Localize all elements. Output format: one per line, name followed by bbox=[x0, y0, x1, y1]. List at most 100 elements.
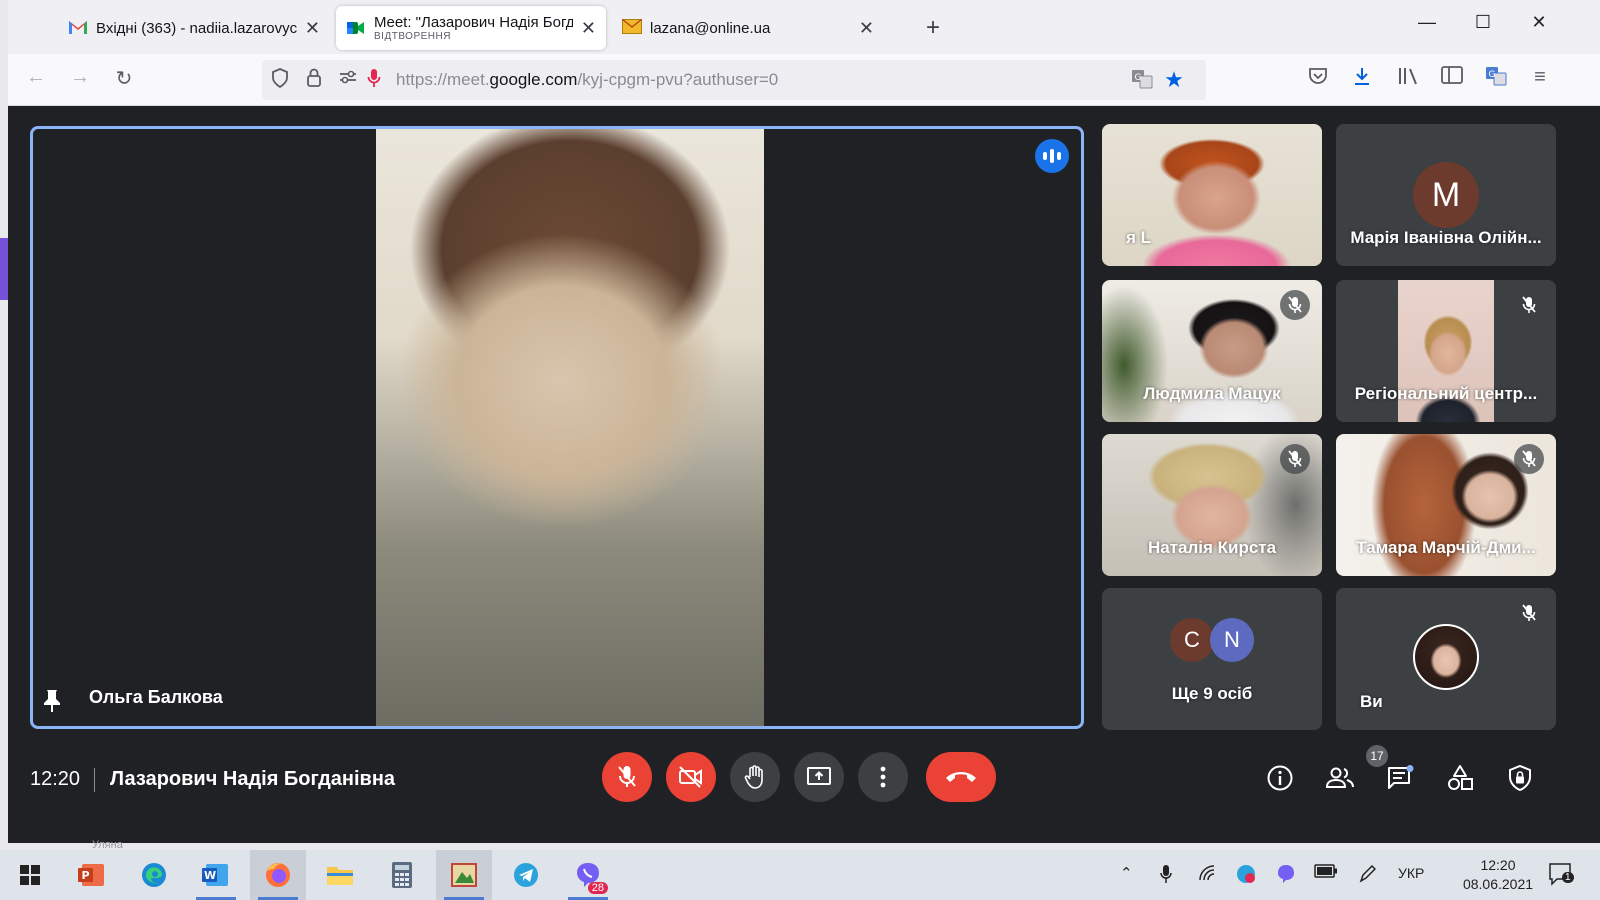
mic-off-icon bbox=[1514, 598, 1544, 628]
close-window-icon[interactable]: ✕ bbox=[1524, 12, 1554, 33]
more-options-button[interactable] bbox=[858, 752, 908, 802]
viber-tray-icon[interactable] bbox=[1276, 864, 1296, 888]
participant-name: Марія Іванівна Олійн... bbox=[1350, 228, 1542, 247]
close-icon[interactable]: ✕ bbox=[305, 18, 320, 39]
calculator-icon[interactable] bbox=[374, 850, 430, 900]
taskbar-time: 12:20 bbox=[1480, 857, 1516, 873]
main-speaker-tile[interactable]: Ольга Балкова bbox=[30, 126, 1084, 729]
word-icon[interactable]: W bbox=[188, 850, 244, 900]
language-indicator[interactable]: УКР bbox=[1398, 865, 1424, 881]
forward-icon[interactable]: → bbox=[66, 66, 94, 89]
raise-hand-icon bbox=[744, 765, 763, 789]
host-controls-button[interactable] bbox=[1504, 762, 1536, 794]
end-call-button[interactable] bbox=[926, 752, 996, 802]
menu-icon[interactable]: ≡ bbox=[1526, 66, 1554, 89]
close-icon[interactable]: ✕ bbox=[859, 18, 874, 39]
tray-overflow-icon[interactable]: ⌃ bbox=[1120, 864, 1133, 882]
side-strip bbox=[0, 0, 8, 850]
url-prefix: https://meet. bbox=[396, 70, 490, 89]
download-icon[interactable] bbox=[1348, 66, 1376, 92]
tray-app-icon[interactable] bbox=[1236, 864, 1256, 888]
viber-icon[interactable]: 28 bbox=[560, 850, 616, 900]
new-tab-button[interactable]: + bbox=[926, 14, 940, 42]
wifi-icon[interactable] bbox=[1198, 864, 1218, 886]
gmail-icon bbox=[68, 19, 88, 37]
more-vert-icon bbox=[880, 766, 886, 788]
meeting-clock: 12:20 bbox=[30, 768, 81, 790]
mic-off-icon bbox=[1514, 290, 1544, 320]
camera-off-icon bbox=[679, 766, 702, 788]
permissions-icon[interactable] bbox=[334, 68, 362, 91]
tab-playing-label: ВІДТВОРЕННЯ bbox=[374, 31, 451, 42]
tab-gmail[interactable]: Вхідні (363) - nadiia.lazarovych@ ✕ bbox=[58, 6, 330, 50]
tab-meet[interactable]: Meet: "Лазарович Надія Богданівна" ВІДТВ… bbox=[336, 6, 606, 50]
chat-button[interactable] bbox=[1384, 762, 1416, 794]
present-screen-button[interactable] bbox=[794, 752, 844, 802]
tab-mail[interactable]: lazana@online.ua ✕ bbox=[612, 6, 884, 50]
url-domain: google.com bbox=[489, 70, 578, 89]
photo-app-icon[interactable] bbox=[436, 850, 492, 900]
telegram-icon[interactable] bbox=[498, 850, 554, 900]
firefox-icon[interactable] bbox=[250, 850, 306, 900]
microphone-toggle-button[interactable] bbox=[602, 752, 652, 802]
minimize-icon[interactable]: — bbox=[1412, 12, 1442, 33]
tab-title: Вхідні (363) - nadiia.lazarovych@ bbox=[96, 19, 297, 37]
notifications-icon[interactable]: 1 bbox=[1548, 862, 1574, 890]
file-explorer-icon[interactable] bbox=[312, 850, 368, 900]
participant-tile[interactable]: я L bbox=[1102, 124, 1322, 266]
self-tile[interactable]: Ви bbox=[1336, 588, 1556, 730]
participant-name: я L bbox=[1126, 228, 1152, 247]
avatar: N bbox=[1210, 618, 1254, 662]
close-icon[interactable]: ✕ bbox=[581, 18, 596, 39]
back-icon[interactable]: ← bbox=[22, 66, 50, 89]
svg-text:W: W bbox=[204, 869, 216, 882]
screen: Вхідні (363) - nadiia.lazarovych@ ✕ Meet… bbox=[0, 0, 1600, 900]
participant-tile[interactable]: Регіональний центр... bbox=[1336, 280, 1556, 422]
viber-badge: 28 bbox=[587, 882, 608, 894]
more-participants-tile[interactable]: C N Ще 9 осіб bbox=[1102, 588, 1322, 730]
address-bar[interactable]: https://meet.google.com/kyj-cpgm-pvu?aut… bbox=[262, 60, 1206, 100]
participant-name: Регіональний центр... bbox=[1354, 384, 1538, 403]
participant-tile[interactable]: Тамара Марчій-Дми... bbox=[1336, 434, 1556, 576]
main-speaker-video bbox=[376, 129, 764, 726]
participant-tile[interactable]: Наталія Кирста bbox=[1102, 434, 1322, 576]
participant-name: Людмила Мацук bbox=[1143, 384, 1281, 403]
battery-icon[interactable] bbox=[1314, 864, 1338, 882]
translate-extension-icon[interactable]: G bbox=[1482, 66, 1510, 92]
activities-button[interactable] bbox=[1444, 762, 1476, 794]
sidebar-icon[interactable] bbox=[1438, 66, 1466, 90]
library-icon[interactable] bbox=[1394, 66, 1422, 92]
meeting-title: Лазарович Надія Богданівна bbox=[110, 768, 396, 790]
mic-off-icon bbox=[1280, 290, 1310, 320]
pocket-icon[interactable] bbox=[1304, 66, 1332, 92]
avatar: C bbox=[1170, 618, 1214, 662]
meet-icon bbox=[346, 19, 366, 37]
participant-tile[interactable]: M Марія Іванівна Олійн... bbox=[1336, 124, 1556, 266]
camera-toggle-button[interactable] bbox=[666, 752, 716, 802]
meeting-details-button[interactable] bbox=[1264, 762, 1296, 794]
powerpoint-icon[interactable]: P bbox=[64, 850, 120, 900]
svg-text:G: G bbox=[1489, 70, 1496, 80]
maximize-icon[interactable]: ☐ bbox=[1468, 12, 1498, 33]
chat-icon bbox=[1388, 765, 1414, 789]
bookmark-star-icon[interactable]: ★ bbox=[1160, 67, 1188, 93]
speaking-indicator-icon bbox=[1035, 139, 1069, 173]
pen-icon[interactable] bbox=[1358, 864, 1377, 888]
taskbar-clock[interactable]: 12:20 08.06.2021 bbox=[1460, 856, 1536, 894]
meet-area: Ольга Балкова я L M Марія Іванівна Олійн… bbox=[8, 106, 1600, 850]
participants-button[interactable] bbox=[1324, 762, 1356, 794]
svg-text:P: P bbox=[82, 869, 90, 882]
microphone-active-icon[interactable] bbox=[360, 68, 388, 94]
windows-start-icon[interactable] bbox=[2, 850, 58, 900]
translate-icon[interactable]: G bbox=[1128, 69, 1156, 95]
tray-microphone-icon[interactable] bbox=[1160, 864, 1172, 888]
lock-icon[interactable] bbox=[300, 68, 328, 94]
url-path: /kyj-cpgm-pvu?authuser=0 bbox=[577, 70, 779, 89]
reload-icon[interactable]: ↻ bbox=[110, 66, 138, 91]
raise-hand-button[interactable] bbox=[730, 752, 780, 802]
mic-off-icon bbox=[618, 766, 636, 787]
edge-icon[interactable] bbox=[126, 850, 182, 900]
participant-tile[interactable]: Людмила Мацук bbox=[1102, 280, 1322, 422]
pin-icon[interactable] bbox=[43, 688, 63, 714]
shield-icon[interactable] bbox=[266, 68, 294, 94]
